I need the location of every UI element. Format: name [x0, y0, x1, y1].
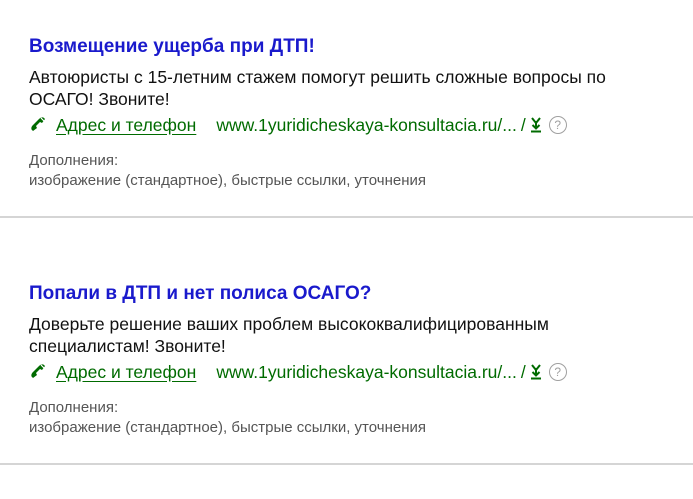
extras-label: Дополнения: — [29, 152, 119, 169]
phone-icon[interactable] — [29, 115, 49, 135]
download-icon[interactable] — [529, 364, 543, 380]
extras-value: изображение (стандартное), быстрые ссылк… — [29, 419, 426, 436]
display-url-link[interactable]: www.1yuridicheskaya-konsultacia.ru/... — [216, 362, 517, 383]
display-url-link[interactable]: www.1yuridicheskaya-konsultacia.ru/... — [216, 115, 517, 136]
ad-description: Доверьте решение ваших проблем высококва… — [29, 314, 549, 356]
phone-icon[interactable] — [29, 362, 49, 382]
address-phone-link[interactable]: Адрес и телефон — [56, 115, 196, 136]
ad-links-row: Адрес и телефон www.1yuridicheskaya-kons… — [29, 360, 567, 384]
extras-value: изображение (стандартное), быстрые ссылк… — [29, 172, 426, 189]
help-icon[interactable]: ? — [548, 116, 567, 134]
address-phone-link[interactable]: Адрес и телефон — [56, 362, 196, 383]
ad-links-row: Адрес и телефон www.1yuridicheskaya-kons… — [29, 113, 567, 137]
help-icon[interactable]: ? — [548, 363, 567, 381]
ad-description: Автоюристы с 15-летним стажем помогут ре… — [29, 67, 606, 109]
download-icon[interactable] — [529, 117, 543, 133]
extras-label: Дополнения: — [29, 399, 119, 416]
ad-title[interactable]: Возмещение ущерба при ДТП! — [29, 35, 315, 59]
divider — [0, 463, 693, 465]
url-separator: / — [520, 114, 526, 135]
url-separator: / — [520, 361, 526, 382]
divider — [0, 216, 693, 218]
ad-title[interactable]: Попали в ДТП и нет полиса ОСАГО? — [29, 282, 371, 306]
